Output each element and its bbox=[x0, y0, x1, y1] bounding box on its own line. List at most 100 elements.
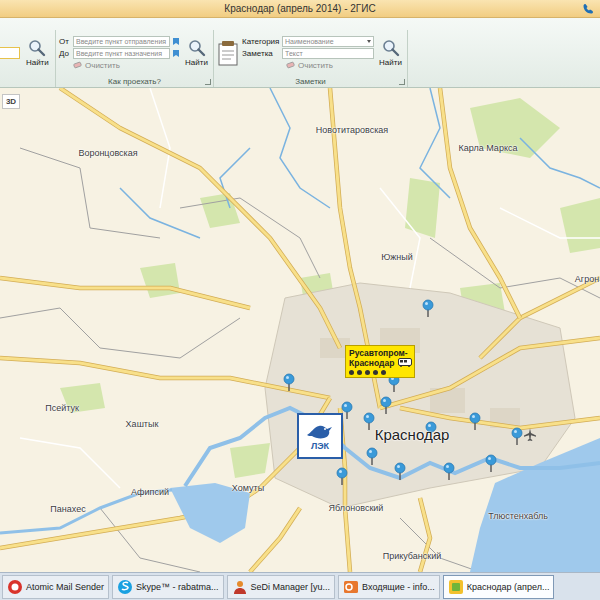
route-group-label: Как проехать? bbox=[56, 76, 213, 87]
notes-group-label: Заметки bbox=[214, 76, 407, 87]
eraser-icon bbox=[73, 61, 82, 69]
taskbar-item[interactable]: Atomic Mail Sender bbox=[2, 575, 109, 599]
map-label: Панахес bbox=[50, 504, 85, 514]
service-icon bbox=[349, 370, 354, 375]
title-bar: Краснодар (апрель 2014) - 2ГИС bbox=[0, 0, 600, 18]
clear-button[interactable]: Очистить bbox=[73, 61, 120, 70]
search-body: Найти bbox=[0, 30, 55, 76]
clear-button[interactable]: Очистить bbox=[286, 61, 333, 70]
map-pin-icon bbox=[469, 412, 481, 430]
app-icon bbox=[448, 579, 464, 595]
to-row: До bbox=[59, 48, 180, 59]
find-label: Найти bbox=[26, 58, 49, 67]
notes-clear-row: Очистить bbox=[242, 60, 374, 71]
app-icon bbox=[343, 579, 359, 595]
bus-icon bbox=[398, 358, 412, 367]
map[interactable]: Новотитаровская Воронцовская Карла Маркса Ю… bbox=[0, 88, 600, 572]
airport-icon bbox=[523, 428, 537, 442]
taskbar-label: Входящие - info... bbox=[362, 582, 435, 592]
from-label: От bbox=[59, 37, 71, 46]
ad-service-icons bbox=[349, 370, 411, 375]
map-pin-icon bbox=[380, 396, 392, 414]
app-icon bbox=[7, 579, 23, 595]
map-label: Псейтук bbox=[45, 403, 79, 413]
clear-label: Очистить bbox=[85, 61, 120, 70]
find-label: Найти bbox=[379, 58, 402, 67]
group-title: Как проехать? bbox=[108, 77, 161, 86]
lek-ad[interactable]: ЛЭК bbox=[297, 413, 343, 459]
map-canvas bbox=[0, 88, 600, 572]
map-label: Тлюстенхабль bbox=[488, 511, 548, 521]
taskbar-item[interactable]: Skype™ - rabatma... bbox=[112, 575, 224, 599]
phone-icon bbox=[583, 3, 594, 14]
from-input[interactable] bbox=[73, 36, 170, 47]
map-label: Новотитаровская bbox=[316, 125, 388, 135]
taskbar-label: SeDi Manager [yu... bbox=[251, 582, 331, 592]
route-clear-row: Очистить bbox=[59, 60, 180, 71]
title-controls bbox=[583, 3, 600, 14]
magnifier-icon bbox=[382, 39, 400, 57]
map-pin-icon bbox=[443, 462, 455, 480]
category-value: Наименование bbox=[285, 38, 334, 45]
taskbar-item[interactable]: Входящие - info... bbox=[338, 575, 440, 599]
clear-label: Очистить bbox=[298, 61, 333, 70]
notes-group: Категория Наименование Заметка Очистить Найт… bbox=[214, 30, 408, 87]
notes-rows: Категория Наименование Заметка Очистить bbox=[242, 36, 374, 71]
map-pin-icon bbox=[511, 427, 523, 445]
from-row: От bbox=[59, 36, 180, 47]
map-label: Карла Маркса bbox=[459, 143, 518, 153]
route-rows: От До Очистить bbox=[59, 36, 180, 71]
map-label: Воронцовская bbox=[78, 148, 137, 158]
taskbar-item[interactable]: SeDi Manager [yu... bbox=[227, 575, 336, 599]
eraser-icon bbox=[286, 61, 295, 69]
map-pin-icon bbox=[336, 467, 348, 485]
route-body: От До Очистить Найти bbox=[56, 30, 213, 76]
bookmark-icon bbox=[172, 49, 180, 58]
rusavtoprom-ad[interactable]: Русавтопром-Краснодар bbox=[345, 345, 415, 378]
taskbar-item[interactable]: Краснодар (апрел... bbox=[443, 575, 555, 599]
launcher-icon[interactable] bbox=[399, 79, 405, 85]
taskbar-label: Краснодар (апрел... bbox=[467, 582, 550, 592]
launcher-icon[interactable] bbox=[205, 79, 211, 85]
map-label: Агрон bbox=[575, 274, 599, 284]
find-label: Найти bbox=[185, 58, 208, 67]
map-label: Прикубанский bbox=[383, 551, 442, 561]
find-button[interactable]: Найти bbox=[377, 39, 404, 67]
window-title: Краснодар (апрель 2014) - 2ГИС bbox=[224, 3, 375, 14]
lek-logo-text: ЛЭК bbox=[311, 441, 329, 451]
map-pin-icon bbox=[485, 454, 497, 472]
taskbar-label: Atomic Mail Sender bbox=[26, 582, 104, 592]
route-group: От До Очистить Найти Как проехать? bbox=[56, 30, 214, 87]
app-icon bbox=[232, 579, 248, 595]
taskbar-label: Skype™ - rabatma... bbox=[136, 582, 219, 592]
find-button[interactable]: Найти bbox=[23, 39, 52, 67]
category-select[interactable]: Наименование bbox=[282, 36, 374, 47]
note-row: Заметка bbox=[242, 48, 374, 59]
service-icon bbox=[357, 370, 362, 375]
service-icon bbox=[381, 370, 386, 375]
3d-button[interactable]: 3D bbox=[2, 94, 20, 109]
to-input[interactable] bbox=[73, 48, 170, 59]
map-pin-icon bbox=[283, 373, 295, 391]
find-button[interactable]: Найти bbox=[183, 39, 210, 67]
map-pin-icon bbox=[394, 462, 406, 480]
to-label: До bbox=[59, 49, 71, 58]
magnifier-icon bbox=[28, 39, 46, 57]
category-label: Категория bbox=[242, 37, 280, 46]
map-pin-icon bbox=[363, 412, 375, 430]
bookmark-icon bbox=[172, 37, 180, 46]
search-group: Найти bbox=[0, 30, 56, 87]
map-label: Яблоновский bbox=[329, 503, 384, 513]
search-input[interactable] bbox=[0, 47, 20, 59]
note-input[interactable] bbox=[282, 48, 374, 59]
group-title: Заметки bbox=[295, 77, 326, 86]
taskbar: Atomic Mail Sender Skype™ - rabatma... SeD… bbox=[0, 572, 600, 600]
note-label: Заметка bbox=[242, 49, 280, 58]
notes-body: Категория Наименование Заметка Очистить Найт… bbox=[214, 30, 407, 76]
map-label: Южный bbox=[381, 252, 413, 262]
map-label: Краснодар bbox=[375, 426, 450, 443]
app-icon bbox=[117, 579, 133, 595]
dropdown-icon bbox=[367, 40, 371, 43]
bird-icon bbox=[305, 421, 335, 441]
search-group-label bbox=[0, 76, 55, 87]
